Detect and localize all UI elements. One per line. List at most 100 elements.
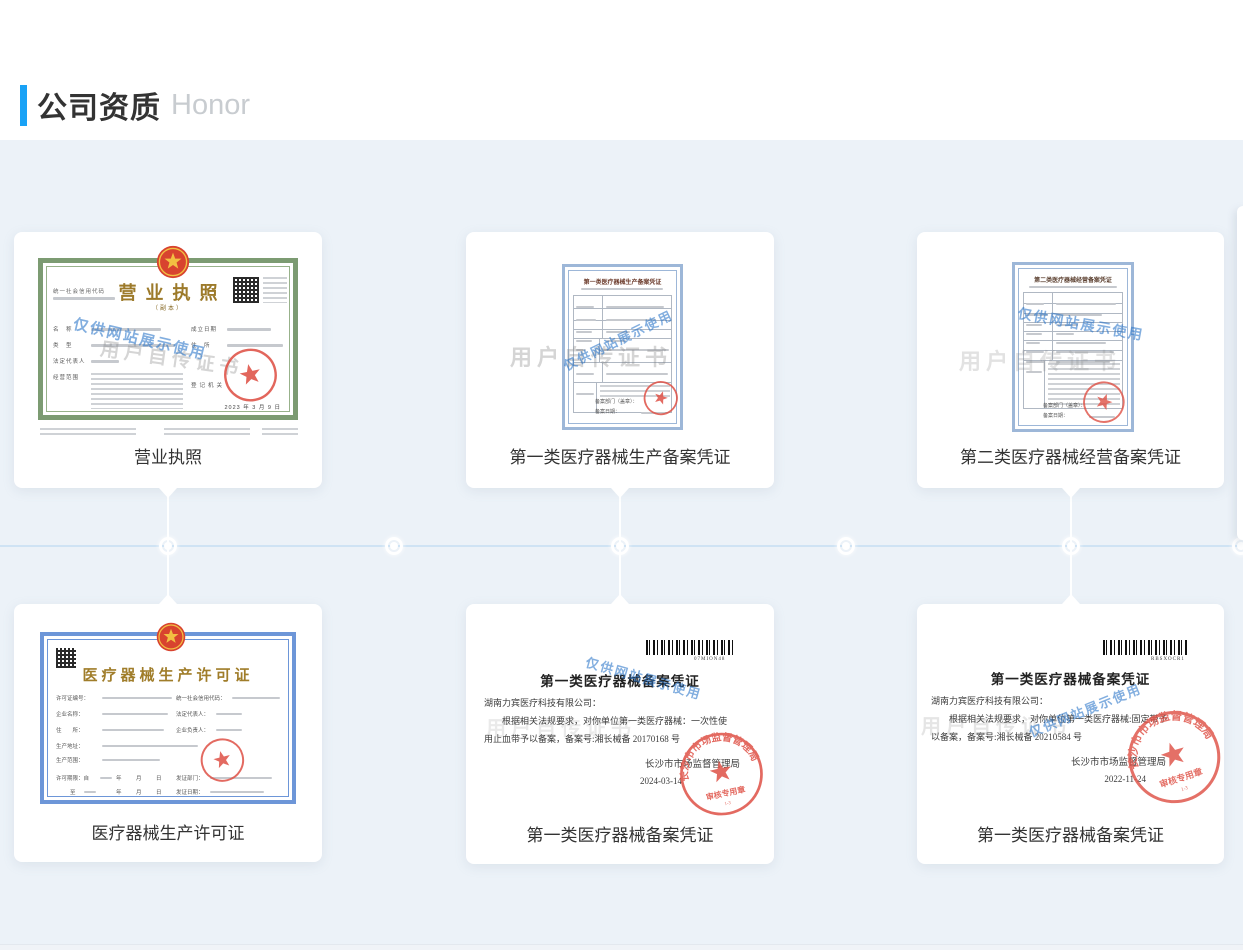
certificate-card-class1-record-2[interactable]: RBSXOCR1 第一类医疗器械备案凭证 湖南力宾医疗科技有限公司： 根据相关法… xyxy=(917,604,1224,864)
certificate-caption: 医疗器械生产许可证 xyxy=(14,819,322,844)
field-label: 法定代表人 xyxy=(53,357,86,365)
redacted-text xyxy=(216,713,242,715)
field-label: 类 型 xyxy=(53,341,73,349)
redacted-text xyxy=(232,697,280,699)
connector-arrow-down xyxy=(159,488,177,498)
seal-num: 1-3 xyxy=(1180,785,1189,793)
record-date-label: 备案日期： xyxy=(1043,412,1068,419)
next-card-peek[interactable] xyxy=(1237,206,1243,540)
redacted-note-block xyxy=(263,277,287,303)
svg-text:长沙市市场监督管理局: 长沙市市场监督管理局 xyxy=(1113,696,1219,772)
field-label: 统一社会信用代码： xyxy=(176,694,226,702)
seal-sub-text: 审核专用章 xyxy=(705,784,746,802)
seal-arc-text: 长沙市市场监督管理局 xyxy=(1113,696,1219,772)
barcode-label: 07MION48 xyxy=(694,657,725,662)
watermark-user-upload: 用户自传证书 xyxy=(959,344,1121,376)
field-label: 经营范围 xyxy=(53,373,79,381)
redacted-text xyxy=(216,729,242,731)
watermark-user-upload: 用户自传证书 xyxy=(486,712,636,741)
certificate-caption: 第一类医疗器械备案凭证 xyxy=(466,821,774,846)
field-label: 企业负责人： xyxy=(176,726,209,734)
connector-arrow-down xyxy=(611,488,629,498)
unit-label: 日 xyxy=(156,788,162,796)
certificate-caption: 第二类医疗器械经营备案凭证 xyxy=(917,443,1224,468)
timeline-node xyxy=(611,537,629,555)
doc-title: 第一类医疗器械备案凭证 xyxy=(917,668,1224,688)
certificate-caption: 第一类医疗器械生产备案凭证 xyxy=(466,443,774,468)
qr-code xyxy=(233,277,259,303)
field-label: 企业名称： xyxy=(56,710,84,718)
cert-title: 医疗器械生产许可证 xyxy=(44,664,292,685)
redacted-text xyxy=(102,759,160,761)
redacted-text xyxy=(581,288,663,290)
connector-arrow-down xyxy=(1062,488,1080,498)
unit-label: 月 xyxy=(136,774,142,782)
redacted-text xyxy=(102,729,164,731)
section-subtitle-en: Honor xyxy=(171,89,250,122)
field-label: 成立日期 xyxy=(191,325,217,333)
page: 公司资质 Honor 统一社会信用代码 xyxy=(0,0,1243,950)
certificate-card-class2-operation[interactable]: 第二类医疗器械经营备案凭证 备案部门（盖章）： 备案日期： xyxy=(917,232,1224,488)
timeline-node xyxy=(837,537,855,555)
barcode xyxy=(1103,640,1189,655)
unit-label: 年 xyxy=(116,774,122,782)
certificate-caption: 第一类医疗器械备案凭证 xyxy=(917,821,1224,846)
certificate-card-class1-record-1[interactable]: 07MION48 第一类医疗器械备案凭证 湖南力宾医疗科技有限公司： 根据相关法… xyxy=(466,604,774,864)
redacted-footnote xyxy=(262,428,298,436)
field-label: 许可证编号： xyxy=(56,694,89,702)
certificate-card-class1-production[interactable]: 第一类医疗器械生产备案凭证 备案部门（盖章）： 备案日期： xyxy=(466,232,774,488)
timeline-node xyxy=(1062,537,1080,555)
seal-sub-text: 审核专用章 xyxy=(1158,765,1204,789)
certificates-panel: 统一社会信用代码 营业执照 （副本） 名 称 类 型 法定代表人 经营范围 成立… xyxy=(0,140,1243,950)
national-emblem-icon xyxy=(156,622,186,657)
field-label: 名 称 xyxy=(53,325,73,333)
doc-company-line: 湖南力宾医疗科技有限公司： xyxy=(931,694,1048,707)
redacted-scope-block xyxy=(91,373,183,409)
barcode-label: RBSXOCR1 xyxy=(1151,657,1185,662)
cert-subtitle: （副本） xyxy=(43,303,293,312)
barcode xyxy=(646,640,736,655)
certificate-card-production-licence[interactable]: 医疗器械生产许可证 许可证编号： 统一社会信用代码： 企业名称： 法定代表人： … xyxy=(14,604,322,862)
seal-arc-text: 长沙市市场监督管理局 xyxy=(669,722,762,783)
field-label: 生产地址： xyxy=(56,742,84,750)
redacted-text xyxy=(102,697,172,699)
licence-cert-image: 医疗器械生产许可证 许可证编号： 统一社会信用代码： 企业名称： 法定代表人： … xyxy=(40,632,296,804)
cert-title: 第一类医疗器械生产备案凭证 xyxy=(570,276,676,285)
unit-label: 月 xyxy=(136,788,142,796)
doc-date: 2024-03-14 xyxy=(640,776,682,786)
redacted-text xyxy=(102,713,168,715)
redacted-text xyxy=(102,745,198,747)
section-title: 公司资质 xyxy=(37,83,161,127)
cert-title: 第二类医疗器械经营备案凭证 xyxy=(1020,274,1127,283)
section-header: 公司资质 Honor xyxy=(20,84,250,126)
field-label: 法定代表人： xyxy=(176,710,209,718)
redacted-text xyxy=(1029,286,1117,288)
timeline-node xyxy=(385,537,403,555)
national-emblem-icon xyxy=(156,245,190,284)
doc-company-line: 湖南力宾医疗科技有限公司： xyxy=(484,696,601,709)
issuer-label: 登记机关 xyxy=(191,381,225,389)
timeline-node xyxy=(159,537,177,555)
redacted-text xyxy=(227,328,271,331)
unit-label: 日 xyxy=(156,774,162,782)
red-seal xyxy=(195,732,252,793)
term-label: 至 xyxy=(70,788,76,796)
header-accent-bar xyxy=(20,85,27,126)
connector-arrow-up xyxy=(159,594,177,604)
certificate-card-business-license[interactable]: 统一社会信用代码 营业执照 （副本） 名 称 类 型 法定代表人 经营范围 成立… xyxy=(14,232,322,488)
svg-text:长沙市市场监督管理局: 长沙市市场监督管理局 xyxy=(669,722,762,783)
certificate-caption: 营业执照 xyxy=(14,443,322,468)
field-label: 生产范围： xyxy=(56,756,84,764)
connector-arrow-up xyxy=(1062,594,1080,604)
redacted-footnote xyxy=(40,428,136,436)
record-dept-label: 备案部门（盖章）： xyxy=(595,398,638,405)
connector-arrow-up xyxy=(611,594,629,604)
field-label: 住 所： xyxy=(56,726,84,734)
section-bottom-edge xyxy=(0,944,1243,950)
red-seal xyxy=(217,342,284,413)
issuer-label: 发证部门： xyxy=(176,774,204,782)
record-date-label: 备案日期： xyxy=(595,408,620,415)
seal-num: 1-3 xyxy=(724,801,732,807)
term-label: 许可期限：自 xyxy=(56,774,89,782)
red-seal-official: 长沙市市场监督管理局 审核专用章 1-3 xyxy=(669,722,774,831)
